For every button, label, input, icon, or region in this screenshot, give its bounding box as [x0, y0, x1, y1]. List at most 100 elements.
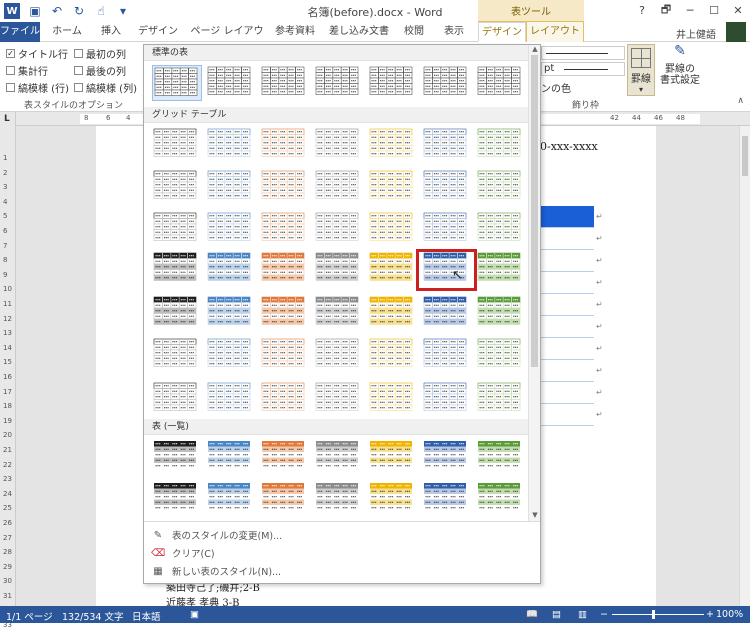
table-style-tile[interactable] [422, 65, 472, 101]
border-painter-button[interactable]: ✎ 罫線の 書式設定 [660, 44, 700, 96]
table-style-tile[interactable] [206, 127, 256, 163]
gallery-scrollbar[interactable]: ▲ ▼ [528, 45, 540, 521]
zoom-in-icon[interactable]: + [706, 609, 714, 620]
option-first-column[interactable]: 最初の列 [74, 46, 126, 61]
table-style-tile[interactable] [152, 337, 202, 373]
web-layout-icon[interactable]: ▥ [578, 609, 587, 620]
table-style-tile[interactable] [206, 65, 256, 101]
tab-table-design[interactable]: デザイン [478, 22, 526, 42]
table-row[interactable] [538, 316, 594, 338]
table-style-tile[interactable] [476, 481, 526, 517]
table-row[interactable] [538, 272, 594, 294]
table-style-tile[interactable] [368, 439, 418, 475]
help-button[interactable]: ? [630, 0, 654, 20]
page-count[interactable]: 1/1 ページ [6, 609, 53, 623]
table-style-tile[interactable] [206, 337, 256, 373]
table-style-tile[interactable] [422, 127, 472, 163]
line-weight-dropdown[interactable]: pt [541, 62, 625, 76]
table-style-tile[interactable] [152, 381, 202, 417]
pen-color-button[interactable]: ンの色 [541, 80, 571, 95]
table-style-tile[interactable] [152, 295, 202, 331]
table-style-tile[interactable] [260, 65, 310, 101]
zoom-slider-knob[interactable] [652, 610, 655, 619]
table-style-tile[interactable] [476, 439, 526, 475]
zoom-out-icon[interactable]: − [600, 609, 608, 620]
tab-selector[interactable]: L [4, 114, 10, 124]
table-style-tile[interactable] [314, 381, 364, 417]
clear-style-menu-item[interactable]: ⌫ クリア(C) [151, 546, 215, 561]
tab-home[interactable]: ホーム [46, 22, 88, 42]
table-style-tile[interactable] [152, 169, 202, 205]
checkbox-icon[interactable] [6, 83, 15, 92]
language[interactable]: 日本語 [132, 609, 161, 623]
borders-button[interactable]: 罫線 ▾ [627, 44, 655, 96]
table-style-tile[interactable] [260, 381, 310, 417]
modify-style-menu-item[interactable]: ✎ 表のスタイルの変更(M)... [152, 528, 282, 543]
table-style-tile[interactable] [206, 439, 256, 475]
word-count[interactable]: 132/534 文字 [62, 609, 124, 623]
table-style-tile[interactable] [476, 127, 526, 163]
option-last-column[interactable]: 最後の列 [74, 63, 126, 78]
table-style-tile[interactable] [476, 337, 526, 373]
table-style-tile[interactable] [206, 295, 256, 331]
maximize-button[interactable]: ☐ [702, 0, 726, 20]
tab-references[interactable]: 参考資料 [270, 22, 320, 42]
table-row[interactable] [538, 338, 594, 360]
line-style-dropdown[interactable] [541, 46, 625, 60]
print-layout-icon[interactable]: ▤ [552, 609, 561, 620]
option-banded-rows[interactable]: 縞模様 (行) [6, 80, 69, 95]
tab-page-layout[interactable]: ページ レイアウト [186, 22, 268, 56]
table-style-tile[interactable] [368, 211, 418, 247]
scroll-down-icon[interactable]: ▼ [529, 511, 541, 521]
table-style-tile[interactable] [422, 481, 472, 517]
table-style-tile[interactable] [206, 481, 256, 517]
table-style-tile[interactable] [314, 127, 364, 163]
table-style-tile[interactable] [314, 251, 364, 287]
table-style-tile[interactable] [476, 211, 526, 247]
table-style-tile[interactable] [368, 251, 418, 287]
table-style-tile[interactable] [260, 295, 310, 331]
table-style-tile[interactable] [368, 127, 418, 163]
table-style-tile[interactable] [368, 295, 418, 331]
table-row[interactable] [538, 206, 594, 228]
macro-record-icon[interactable]: ▣ [190, 609, 199, 620]
table-style-tile[interactable] [152, 481, 202, 517]
table-style-tile[interactable] [206, 211, 256, 247]
table-style-tile[interactable] [206, 169, 256, 205]
table-style-tile[interactable] [260, 439, 310, 475]
table-style-tile[interactable] [260, 169, 310, 205]
user-name[interactable]: 井上健語 [676, 26, 716, 41]
table-style-tile[interactable] [368, 481, 418, 517]
table-style-tile[interactable] [152, 65, 202, 101]
table-style-tile[interactable] [476, 251, 526, 287]
table-style-tile[interactable] [368, 65, 418, 101]
table-style-tile[interactable] [422, 295, 472, 331]
tab-table-layout[interactable]: レイアウト [526, 22, 584, 42]
table-style-tile[interactable] [476, 295, 526, 331]
table-style-tile[interactable] [314, 295, 364, 331]
zoom-slider[interactable] [612, 614, 704, 615]
table-style-tile[interactable] [422, 169, 472, 205]
table-style-tile[interactable] [422, 381, 472, 417]
table-style-tile[interactable] [476, 381, 526, 417]
tab-review[interactable]: 校閲 [396, 22, 432, 42]
table-style-tile[interactable] [206, 381, 256, 417]
table-style-tile[interactable] [314, 169, 364, 205]
table-row[interactable] [538, 404, 594, 426]
table-style-tile[interactable] [368, 169, 418, 205]
table-style-tile[interactable] [152, 127, 202, 163]
table-style-tile[interactable] [422, 211, 472, 247]
tab-file[interactable]: ファイル [0, 22, 40, 42]
option-total-row[interactable]: 集計行 [6, 63, 48, 78]
document-scrollbar[interactable] [739, 126, 750, 606]
table-row[interactable] [538, 228, 594, 250]
tab-mailings[interactable]: 差し込み文書 [324, 22, 394, 42]
checkbox-icon[interactable] [74, 49, 83, 58]
table-row[interactable] [538, 360, 594, 382]
table-style-tile[interactable] [260, 481, 310, 517]
table-style-tile[interactable] [152, 251, 202, 287]
table-style-tile[interactable] [476, 169, 526, 205]
close-button[interactable]: ✕ [726, 0, 750, 20]
collapse-ribbon-icon[interactable]: ∧ [737, 96, 744, 106]
checkbox-icon[interactable] [6, 66, 15, 75]
